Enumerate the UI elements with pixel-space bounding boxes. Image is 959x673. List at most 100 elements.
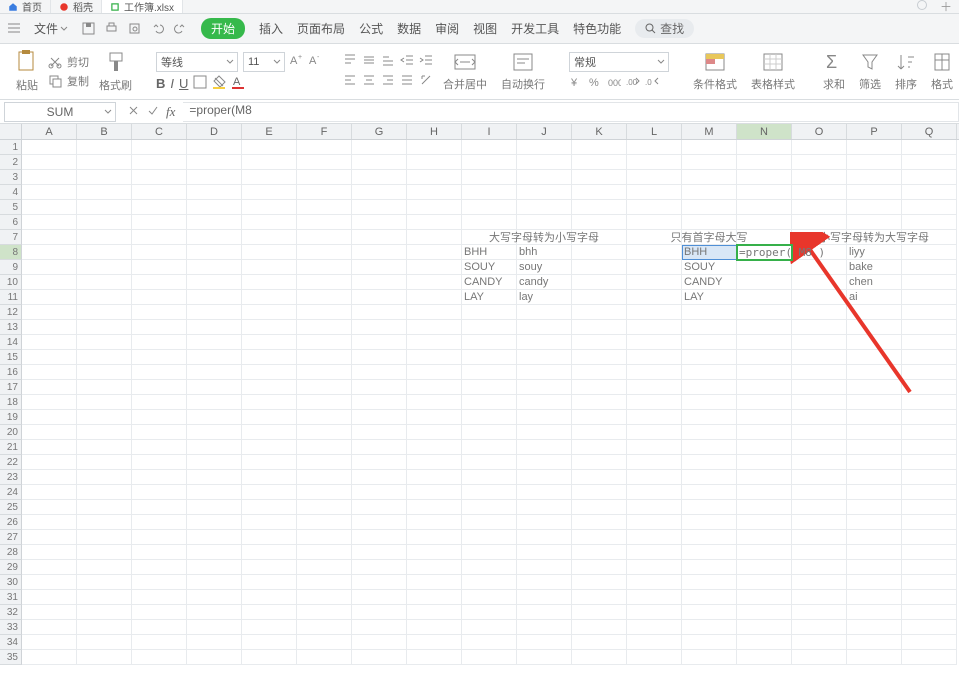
cell-C23[interactable] [132,470,187,485]
cell-C12[interactable] [132,305,187,320]
cell-N33[interactable] [737,620,792,635]
cell-O31[interactable] [792,590,847,605]
cell-B1[interactable] [77,140,132,155]
cell-I32[interactable] [462,605,517,620]
cell-Q9[interactable] [902,260,957,275]
format-painter-button[interactable]: 格式刷 [95,50,136,93]
cell-Q14[interactable] [902,335,957,350]
cell-I23[interactable] [462,470,517,485]
cell-D14[interactable] [187,335,242,350]
cell-F3[interactable] [297,170,352,185]
cell-O12[interactable] [792,305,847,320]
cell-Q18[interactable] [902,395,957,410]
cell-F21[interactable] [297,440,352,455]
row-header[interactable]: 28 [0,545,22,560]
cell-I8[interactable]: BHH [462,245,517,260]
cell-K34[interactable] [572,635,627,650]
cell-H28[interactable] [407,545,462,560]
cell-D24[interactable] [187,485,242,500]
cell-P35[interactable] [847,650,902,665]
cell-O22[interactable] [792,455,847,470]
cell-L32[interactable] [627,605,682,620]
table-style-button[interactable]: 表格样式 [747,51,799,92]
col-header-C[interactable]: C [132,124,187,139]
cell-H23[interactable] [407,470,462,485]
cell-A17[interactable] [22,380,77,395]
cell-B20[interactable] [77,425,132,440]
cell-O10[interactable] [792,275,847,290]
cell-G13[interactable] [352,320,407,335]
cell-F2[interactable] [297,155,352,170]
cell-M26[interactable] [682,515,737,530]
cell-H19[interactable] [407,410,462,425]
cell-H30[interactable] [407,575,462,590]
cell-N9[interactable] [737,260,792,275]
row-header[interactable]: 15 [0,350,22,365]
cell-M23[interactable] [682,470,737,485]
cell-O13[interactable] [792,320,847,335]
cell-E19[interactable] [242,410,297,425]
cell-J34[interactable] [517,635,572,650]
cell-B31[interactable] [77,590,132,605]
cell-Q30[interactable] [902,575,957,590]
cell-Q17[interactable] [902,380,957,395]
cell-A34[interactable] [22,635,77,650]
cell-A2[interactable] [22,155,77,170]
cell-P7[interactable]: 小写字母转为大写字母 [847,230,902,245]
cell-L11[interactable] [627,290,682,305]
cell-I20[interactable] [462,425,517,440]
cell-O5[interactable] [792,200,847,215]
cell-L31[interactable] [627,590,682,605]
cell-N17[interactable] [737,380,792,395]
cell-K14[interactable] [572,335,627,350]
increase-decimal-icon[interactable]: .00 [626,75,640,92]
ribbon-tab-review[interactable]: 审阅 [435,20,459,37]
cell-H21[interactable] [407,440,462,455]
cell-L35[interactable] [627,650,682,665]
cell-P21[interactable] [847,440,902,455]
cell-K25[interactable] [572,500,627,515]
cell-G20[interactable] [352,425,407,440]
cell-C8[interactable] [132,245,187,260]
cell-I11[interactable]: LAY [462,290,517,305]
cell-L24[interactable] [627,485,682,500]
cell-G35[interactable] [352,650,407,665]
cell-N11[interactable] [737,290,792,305]
cell-B28[interactable] [77,545,132,560]
cell-N2[interactable] [737,155,792,170]
cell-P15[interactable] [847,350,902,365]
cell-O3[interactable] [792,170,847,185]
cell-I31[interactable] [462,590,517,605]
cell-C29[interactable] [132,560,187,575]
cell-M15[interactable] [682,350,737,365]
decrease-font-icon[interactable]: A- [309,53,323,70]
col-header-L[interactable]: L [627,124,682,139]
cell-I3[interactable] [462,170,517,185]
col-header-P[interactable]: P [847,124,902,139]
cell-Q11[interactable] [902,290,957,305]
cell-M9[interactable]: SOUY [682,260,737,275]
cell-A20[interactable] [22,425,77,440]
cell-P23[interactable] [847,470,902,485]
cell-O15[interactable] [792,350,847,365]
row-header[interactable]: 3 [0,170,22,185]
cell-D12[interactable] [187,305,242,320]
cell-B7[interactable] [77,230,132,245]
cell-A32[interactable] [22,605,77,620]
cell-H27[interactable] [407,530,462,545]
cell-A33[interactable] [22,620,77,635]
cell-J31[interactable] [517,590,572,605]
row-header[interactable]: 23 [0,470,22,485]
cell-P20[interactable] [847,425,902,440]
cell-K16[interactable] [572,365,627,380]
cell-C1[interactable] [132,140,187,155]
currency-icon[interactable]: ¥ [569,75,583,92]
cell-O1[interactable] [792,140,847,155]
cell-K20[interactable] [572,425,627,440]
cell-P11[interactable]: ai [847,290,902,305]
row-header[interactable]: 20 [0,425,22,440]
cell-F18[interactable] [297,395,352,410]
cell-P33[interactable] [847,620,902,635]
cell-P14[interactable] [847,335,902,350]
cell-Q23[interactable] [902,470,957,485]
